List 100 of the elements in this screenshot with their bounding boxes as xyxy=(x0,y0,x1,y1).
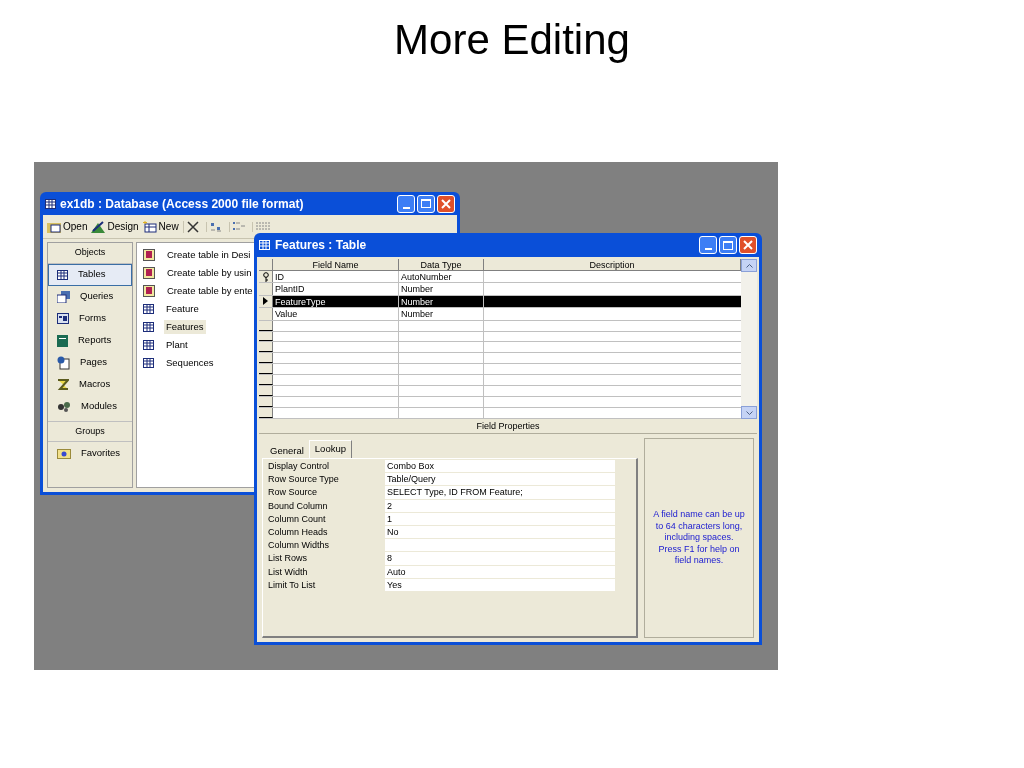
object-type-item[interactable]: Queries xyxy=(48,285,132,308)
close-button[interactable] xyxy=(739,236,757,254)
property-value-field[interactable]: No xyxy=(385,525,615,539)
wizard-icon xyxy=(143,285,155,297)
row-selector[interactable] xyxy=(259,320,273,331)
table-cell: Value xyxy=(273,308,399,320)
section-header: Objects xyxy=(48,243,132,264)
report-icon xyxy=(57,334,68,347)
object-list-item[interactable]: Sequences xyxy=(143,354,216,372)
scrollbar[interactable] xyxy=(741,259,757,419)
close-icon xyxy=(743,240,753,250)
toolbar-button[interactable]: New xyxy=(142,219,179,234)
property-label: List Width xyxy=(268,565,309,579)
table-icon xyxy=(143,358,154,368)
grid-row[interactable]: PlantID Number xyxy=(259,283,741,296)
property-label: Row Source xyxy=(268,486,319,500)
table-cell: PlantID xyxy=(273,283,399,295)
property-label: Bound Column xyxy=(268,499,329,513)
object-list-item[interactable]: Create table in Desi xyxy=(143,246,253,264)
grid-row[interactable]: ID AutoNumber xyxy=(259,271,741,284)
table-icon xyxy=(57,269,68,280)
group-item[interactable]: Favorites xyxy=(48,442,132,464)
list-icon[interactable] xyxy=(232,221,245,232)
table-cell: ID xyxy=(273,271,399,283)
property-label: Row Source Type xyxy=(268,473,340,487)
property-value-field[interactable]: SELECT Type, ID FROM Feature; xyxy=(385,486,615,499)
property-label: Column Widths xyxy=(268,539,331,553)
tab[interactable]: Lookup xyxy=(308,440,352,458)
table-cell: FeatureType xyxy=(273,295,399,308)
slide-title: More Editing xyxy=(394,15,630,65)
new-table-icon xyxy=(142,220,157,233)
property-value-field[interactable]: Yes xyxy=(385,578,615,591)
row-selector[interactable] xyxy=(259,386,273,397)
property-label: List Rows xyxy=(268,552,308,566)
close-icon xyxy=(441,198,451,209)
page-icon xyxy=(57,355,70,370)
object-type-item[interactable]: Tables xyxy=(48,263,132,286)
table-icon xyxy=(143,322,154,332)
delete-icon[interactable] xyxy=(186,220,199,233)
column-header[interactable]: Field Name xyxy=(273,259,399,270)
property-value-field[interactable] xyxy=(385,539,615,552)
grid-row[interactable]: Value Number xyxy=(259,308,741,321)
row-selector[interactable] xyxy=(259,271,273,283)
toolbar-button[interactable]: Design xyxy=(91,219,139,234)
object-type-item[interactable]: Reports xyxy=(48,329,132,352)
table-cell: Number xyxy=(399,283,484,295)
design-icon xyxy=(91,220,106,233)
window-title: Features : Table xyxy=(275,237,368,254)
row-selector[interactable] xyxy=(259,408,273,418)
property-value-field[interactable]: Table/Query xyxy=(385,473,615,486)
row-selector[interactable] xyxy=(259,375,273,386)
database-icon xyxy=(45,198,56,209)
property-value-field[interactable]: 1 xyxy=(385,512,615,525)
row-selector[interactable] xyxy=(259,364,273,375)
query-icon xyxy=(57,290,70,303)
maximize-button[interactable] xyxy=(719,236,737,254)
row-selector[interactable] xyxy=(259,353,273,364)
row-selector[interactable] xyxy=(259,397,273,408)
wizard-icon xyxy=(143,249,155,261)
key-icon xyxy=(262,271,269,282)
table-icon xyxy=(143,340,154,350)
object-list-item[interactable]: Create table by usin xyxy=(143,264,254,282)
property-label: Limit To List xyxy=(268,578,317,592)
row-selector[interactable] xyxy=(259,342,273,353)
table-cell: Number xyxy=(399,295,484,308)
property-value-field[interactable]: 2 xyxy=(385,499,615,512)
object-list-item[interactable]: Feature xyxy=(143,300,201,318)
pane-label: Field Properties xyxy=(259,419,757,434)
column-header[interactable]: Data Type xyxy=(399,259,484,270)
object-type-item[interactable]: Pages xyxy=(48,351,132,374)
property-label: Display Control xyxy=(268,460,331,473)
window-title: ex1db : Database (Access 2000 file format) xyxy=(60,195,305,213)
tab[interactable]: General xyxy=(265,443,309,458)
property-value-field[interactable]: Combo Box xyxy=(385,460,615,473)
property-label: Column Count xyxy=(268,512,327,526)
property-value-field[interactable]: 8 xyxy=(385,552,615,565)
section-header: Groups xyxy=(48,420,132,442)
small-icons-icon[interactable] xyxy=(209,221,222,232)
object-type-item[interactable]: Modules xyxy=(48,395,132,418)
object-list-item[interactable]: Create table by ente xyxy=(143,282,255,300)
open-icon xyxy=(47,220,61,233)
property-label: Column Heads xyxy=(268,525,329,539)
object-list-item[interactable]: Plant xyxy=(143,336,190,354)
scroll-down-icon xyxy=(745,410,753,415)
row-selector[interactable] xyxy=(259,331,273,342)
close-button[interactable] xyxy=(437,194,455,213)
macro-icon xyxy=(57,379,69,390)
toolbar-button[interactable]: Open xyxy=(47,219,88,234)
maximize-button[interactable] xyxy=(417,194,435,213)
table-icon xyxy=(143,304,154,314)
form-icon xyxy=(57,313,69,324)
minimize-button[interactable] xyxy=(397,194,415,213)
property-value-field[interactable]: Auto xyxy=(385,565,615,578)
minimize-button[interactable] xyxy=(699,236,717,254)
folder-icon xyxy=(57,447,71,459)
object-type-item[interactable]: Forms xyxy=(48,307,132,330)
object-type-item[interactable]: Macros xyxy=(48,373,132,396)
table-icon xyxy=(259,240,270,250)
table-cell: AutoNumber xyxy=(399,271,484,283)
scroll-up-icon xyxy=(745,263,753,268)
